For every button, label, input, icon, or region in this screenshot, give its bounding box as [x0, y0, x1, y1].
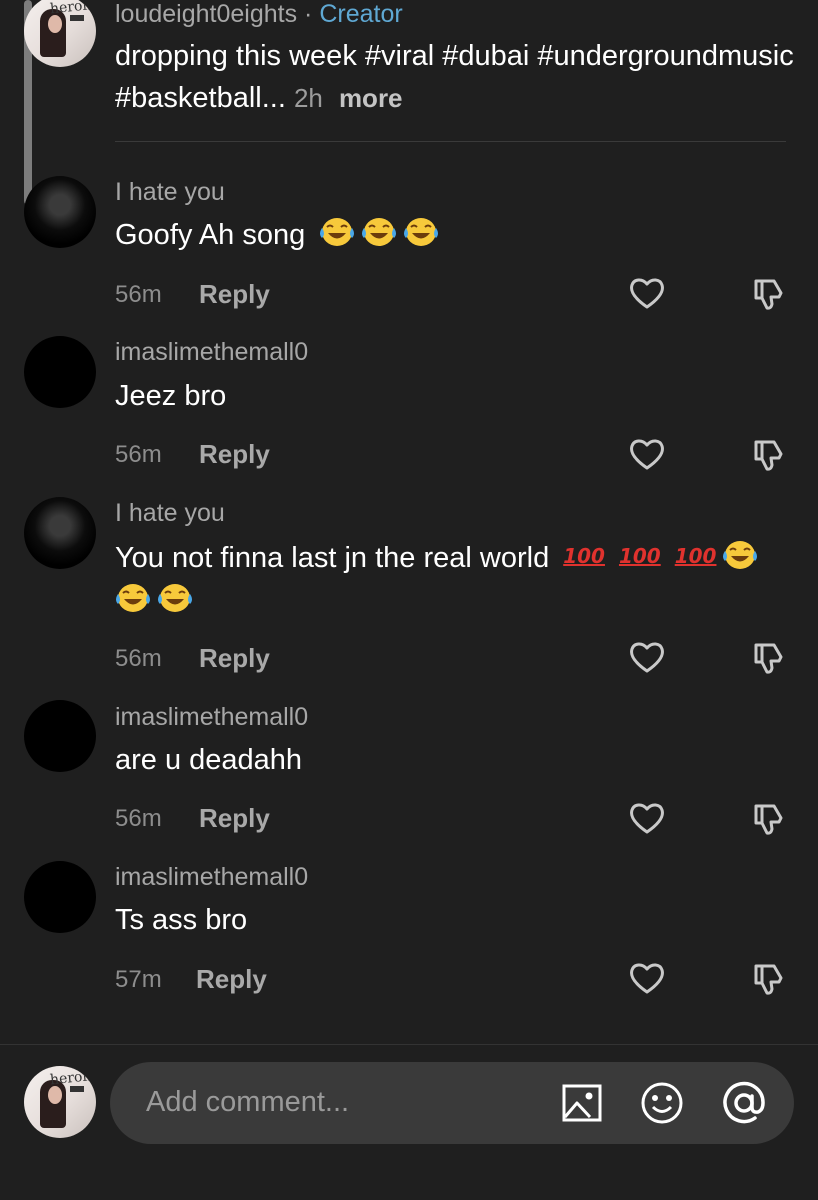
thumbs-down-icon[interactable]	[748, 958, 788, 998]
avatar-logo-text: heroin	[49, 1067, 96, 1089]
hundred-points-icon: 100	[618, 544, 661, 568]
comment-time: 56m	[115, 281, 162, 308]
comment-text: You not finna last jn the real world 100 1…	[115, 535, 795, 623]
comment-time: 56m	[115, 645, 162, 672]
thumbs-down-icon[interactable]	[748, 434, 788, 474]
comment-time: 56m	[115, 441, 162, 468]
comment-avatar[interactable]	[24, 861, 96, 933]
user-avatar[interactable]: heroin	[24, 1066, 96, 1138]
comment-author[interactable]: I hate you	[115, 178, 225, 207]
separator: ·	[304, 0, 313, 28]
creator-avatar[interactable]: heroin	[24, 0, 96, 67]
comment-time: 57m	[115, 966, 162, 993]
thumbs-down-icon[interactable]	[748, 637, 788, 677]
creator-badge: Creator	[319, 0, 403, 28]
tears-of-joy-icon	[115, 582, 151, 614]
comment-author[interactable]: imaslimethemall0	[115, 338, 308, 367]
creator-username[interactable]: loudeight0eights	[115, 0, 297, 28]
heart-icon[interactable]	[627, 434, 667, 474]
comment-input[interactable]: Add comment...	[110, 1062, 794, 1144]
tears-of-joy-icon	[403, 216, 439, 248]
comment-body: You not finna last jn the real world	[115, 542, 550, 574]
comment-placeholder[interactable]: Add comment...	[146, 1086, 349, 1119]
comment-avatar[interactable]	[24, 700, 96, 772]
tears-of-joy-icon	[319, 216, 355, 248]
reply-button[interactable]: Reply	[199, 279, 270, 310]
comment-author[interactable]: imaslimethemall0	[115, 703, 308, 732]
heart-icon[interactable]	[627, 958, 667, 998]
comment-text: Jeez bro	[115, 380, 227, 412]
comment-text: Ts ass bro	[115, 904, 248, 936]
creator-name[interactable]: loudeight0eights · Creator	[115, 0, 403, 29]
divider	[115, 141, 786, 142]
heart-icon[interactable]	[627, 273, 667, 313]
reply-button[interactable]: Reply	[199, 803, 270, 834]
smiley-icon[interactable]	[640, 1081, 684, 1125]
tears-of-joy-icon	[722, 539, 758, 571]
comment-author[interactable]: I hate you	[115, 499, 225, 528]
comment-avatar[interactable]	[24, 336, 96, 408]
comment-text: are u deadahh	[115, 744, 303, 776]
reply-button[interactable]: Reply	[199, 643, 270, 674]
comment-body: Goofy Ah song	[115, 219, 306, 251]
tears-of-joy-icon	[157, 582, 193, 614]
thumbs-down-icon[interactable]	[748, 798, 788, 838]
comment-time: 56m	[115, 805, 162, 832]
heart-icon[interactable]	[627, 798, 667, 838]
comment-avatar[interactable]	[24, 497, 96, 569]
tears-of-joy-icon	[361, 216, 397, 248]
reply-button[interactable]: Reply	[196, 964, 267, 995]
reply-button[interactable]: Reply	[199, 439, 270, 470]
more-button[interactable]: more	[339, 83, 403, 113]
post-caption: dropping this week #viral #dubai #underg…	[115, 35, 805, 119]
avatar-logo-text: heroin	[49, 0, 96, 18]
image-icon[interactable]	[560, 1081, 604, 1125]
caption-text: dropping this week #viral #dubai #underg…	[115, 40, 794, 114]
heart-icon[interactable]	[627, 637, 667, 677]
hundred-points-icon: 100	[674, 544, 717, 568]
comment-author[interactable]: imaslimethemall0	[115, 863, 308, 892]
comment-avatar[interactable]	[24, 176, 96, 248]
comment-text: Goofy Ah song	[115, 214, 795, 257]
thumbs-down-icon[interactable]	[748, 273, 788, 313]
at-icon[interactable]	[722, 1081, 766, 1125]
divider	[0, 1044, 818, 1045]
hundred-points-icon: 100	[563, 544, 605, 568]
caption-time: 2h	[293, 83, 323, 113]
